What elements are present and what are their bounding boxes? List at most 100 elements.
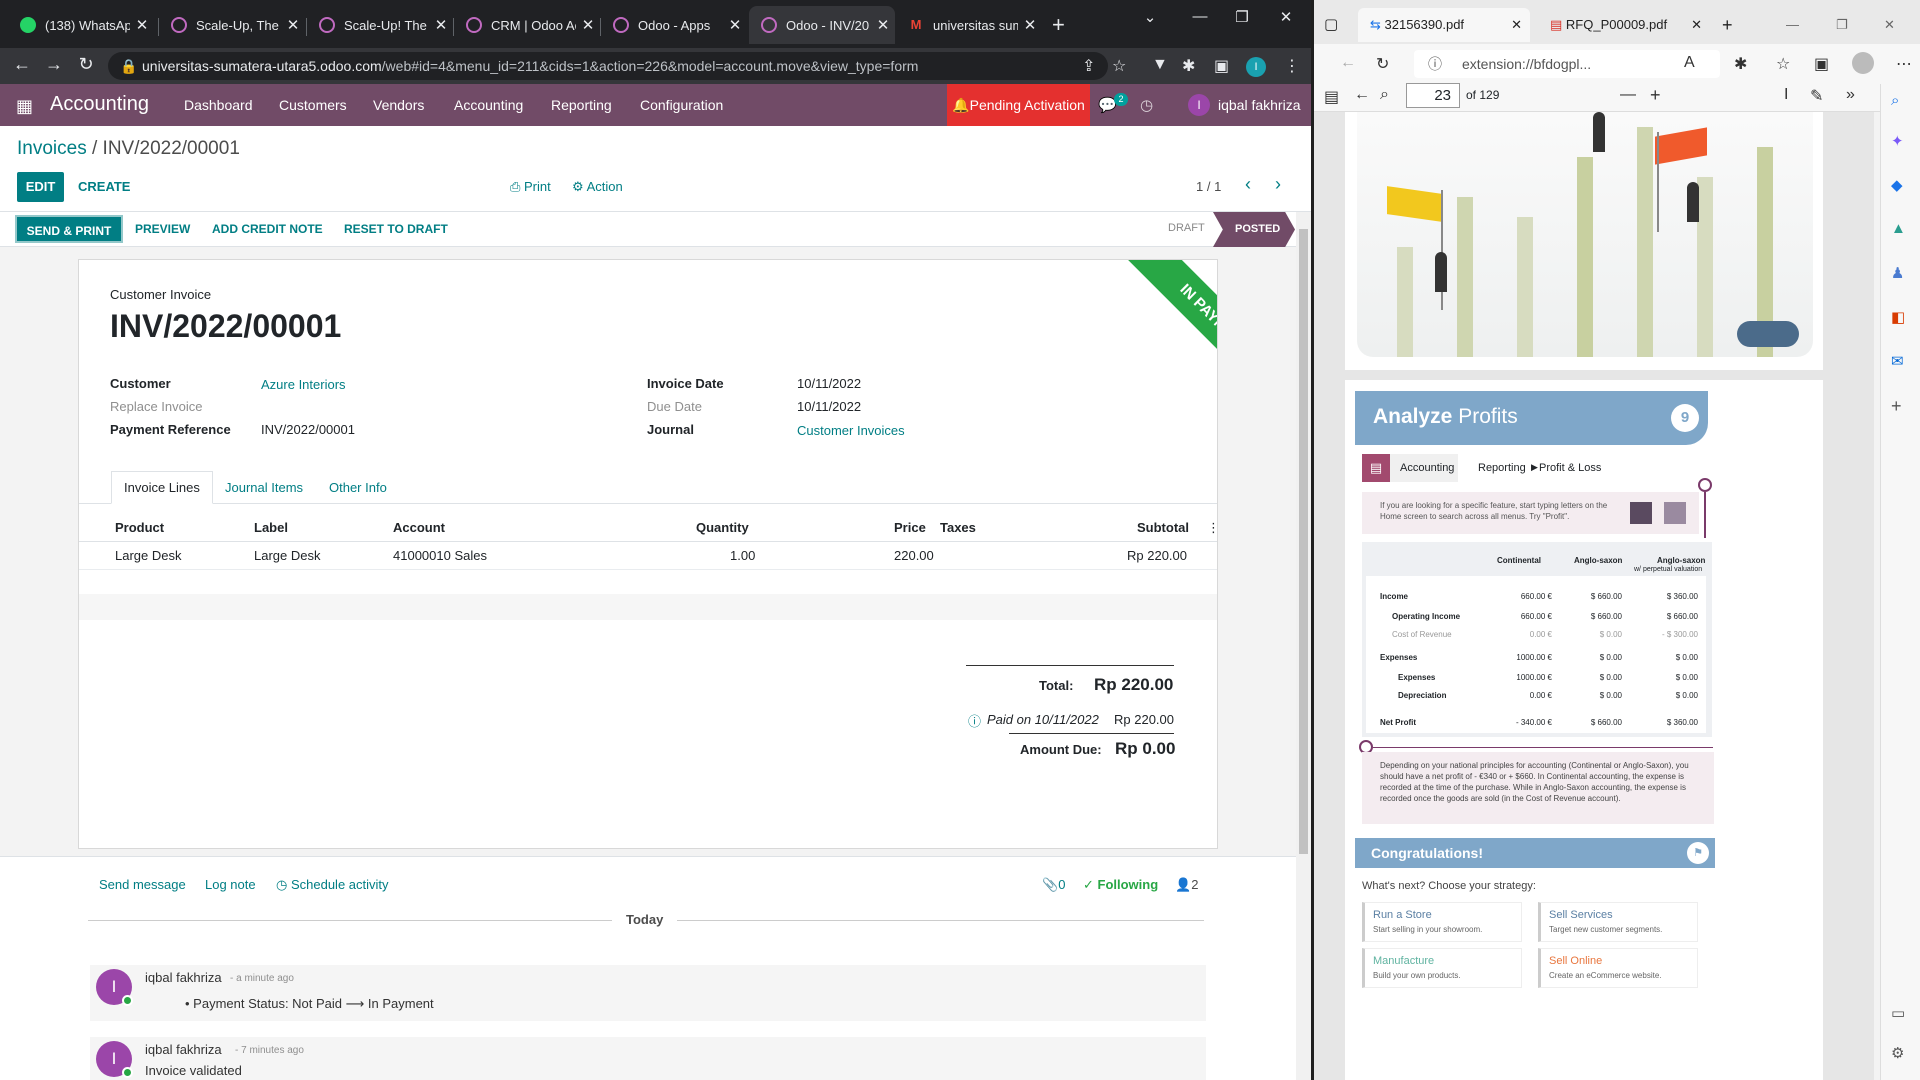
menu-customers[interactable]: Customers: [279, 97, 347, 113]
pager-previous-icon[interactable]: ‹: [1245, 174, 1251, 195]
profile-avatar[interactable]: [1852, 52, 1874, 74]
close-window-button[interactable]: ✕: [1884, 8, 1895, 42]
more-tools-icon[interactable]: »: [1846, 86, 1855, 104]
close-window-button[interactable]: ✕: [1266, 8, 1306, 26]
log-note-button[interactable]: Log note: [205, 877, 256, 892]
menu-accounting[interactable]: Accounting: [454, 97, 523, 113]
reload-icon[interactable]: ↻: [1376, 54, 1389, 74]
close-tab-icon[interactable]: ✕: [1691, 8, 1702, 42]
contents-icon[interactable]: ▤: [1324, 87, 1339, 107]
browser-tab-crm[interactable]: CRM | Odoo Ac ✕: [454, 6, 600, 44]
message-author[interactable]: iqbal fakhriza: [145, 970, 222, 985]
print-button[interactable]: ⎙ Print: [510, 179, 551, 195]
tab-other-info[interactable]: Other Info: [316, 471, 400, 504]
text-select-icon[interactable]: I: [1784, 86, 1788, 104]
activity-clock-icon[interactable]: ◷: [1140, 96, 1153, 114]
preview-button[interactable]: PREVIEW: [135, 222, 190, 236]
new-tab-button[interactable]: +: [1052, 14, 1065, 36]
minimize-button[interactable]: —: [1180, 8, 1220, 25]
app-name[interactable]: Accounting: [50, 93, 149, 116]
browser-tab-gmail[interactable]: Muniversitas sum ✕: [896, 6, 1042, 44]
pending-activation-button[interactable]: 🔔Pending Activation: [947, 84, 1090, 126]
extensions-puzzle-icon[interactable]: ✱: [1182, 56, 1195, 76]
zoom-in-icon[interactable]: +: [1650, 85, 1661, 106]
address-bar[interactable]: 🔒 universitas-sumatera-utara5.odoo.com/we…: [108, 52, 1108, 80]
favorites-icon[interactable]: ☆: [1776, 54, 1790, 74]
send-message-button[interactable]: Send message: [99, 877, 186, 892]
collections-icon[interactable]: ▣: [1814, 54, 1829, 74]
action-button[interactable]: ⚙ Action: [572, 179, 623, 195]
column-taxes[interactable]: Taxes: [940, 520, 976, 535]
pager-value[interactable]: 1 / 1: [1196, 179, 1221, 194]
close-tab-icon[interactable]: ✕: [429, 16, 453, 34]
browser-tab-apps[interactable]: Odoo - Apps ✕: [601, 6, 747, 44]
sidebar-layout-icon[interactable]: ▭: [1891, 1004, 1905, 1022]
settings-gear-icon[interactable]: ⚙: [1891, 1044, 1904, 1062]
side-panel-icon[interactable]: ▣: [1214, 56, 1229, 76]
menu-dashboard[interactable]: Dashboard: [184, 97, 253, 113]
column-quantity[interactable]: Quantity: [696, 520, 749, 535]
column-price[interactable]: Price: [894, 520, 926, 535]
menu-configuration[interactable]: Configuration: [640, 97, 723, 113]
column-account[interactable]: Account: [393, 520, 445, 535]
tab-actions-icon[interactable]: ▢: [1324, 8, 1344, 42]
close-tab-icon[interactable]: ✕: [1511, 8, 1522, 42]
maximize-button[interactable]: ❐: [1222, 8, 1262, 26]
menu-vendors[interactable]: Vendors: [373, 97, 424, 113]
app-grid-icon[interactable]: ▦: [16, 96, 33, 117]
attachments-button[interactable]: 📎0: [1042, 877, 1065, 893]
message-author[interactable]: iqbal fakhriza: [145, 1042, 222, 1057]
close-tab-icon[interactable]: ✕: [576, 16, 600, 34]
read-aloud-icon[interactable]: A: [1684, 54, 1695, 72]
minimize-button[interactable]: —: [1786, 8, 1799, 42]
pdf-tab[interactable]: ▤ RFQ_P00009.pdf ✕: [1538, 8, 1710, 42]
shopping-icon[interactable]: ◆: [1891, 176, 1903, 194]
optional-columns-icon[interactable]: ⋮: [1207, 520, 1217, 536]
back-icon[interactable]: ←: [10, 54, 34, 75]
column-product[interactable]: Product: [115, 520, 164, 535]
edit-button[interactable]: EDIT: [17, 172, 64, 202]
share-icon[interactable]: ⇪: [1082, 56, 1095, 76]
settings-menu-icon[interactable]: ⋯: [1896, 54, 1912, 74]
add-sidebar-app-icon[interactable]: +: [1891, 396, 1902, 417]
column-subtotal[interactable]: Subtotal: [1137, 520, 1189, 535]
close-tab-icon[interactable]: ✕: [723, 16, 747, 34]
browser-tab-scaleup-2[interactable]: Scale-Up! The B✕: [307, 6, 453, 44]
close-tab-icon[interactable]: ✕: [1018, 16, 1042, 34]
extension-v-icon[interactable]: ▼: [1152, 56, 1168, 74]
back-icon[interactable]: ←: [1354, 86, 1370, 104]
pager-next-icon[interactable]: ›: [1275, 174, 1281, 195]
profile-avatar[interactable]: I: [1246, 57, 1266, 77]
create-button[interactable]: CREATE: [78, 179, 130, 194]
address-bar[interactable]: ⓘ extension://bfdogpl...: [1414, 50, 1720, 78]
close-tab-icon[interactable]: ✕: [871, 16, 895, 34]
breadcrumb-invoices[interactable]: Invoices: [17, 138, 87, 159]
tab-journal-items[interactable]: Journal Items: [212, 471, 316, 504]
page-number-input[interactable]: 23: [1406, 83, 1460, 108]
browser-tab-whatsapp[interactable]: (138) WhatsApp ✕: [8, 6, 154, 44]
reset-to-draft-button[interactable]: RESET TO DRAFT: [344, 222, 448, 236]
customer-link[interactable]: Azure Interiors: [261, 377, 346, 392]
user-avatar[interactable]: I: [1188, 94, 1210, 116]
close-tab-icon[interactable]: ✕: [281, 16, 305, 34]
forward-icon[interactable]: →: [42, 54, 66, 75]
maximize-button[interactable]: ❐: [1836, 8, 1848, 42]
chrome-menu-icon[interactable]: ⋮: [1284, 56, 1300, 76]
menu-reporting[interactable]: Reporting: [551, 97, 612, 113]
back-icon[interactable]: ←: [1340, 54, 1356, 72]
journal-link[interactable]: Customer Invoices: [797, 423, 905, 438]
bookmark-star-icon[interactable]: ☆: [1112, 56, 1126, 76]
new-tab-button[interactable]: +: [1722, 8, 1733, 42]
add-credit-note-button[interactable]: ADD CREDIT NOTE: [212, 222, 323, 236]
schedule-activity-button[interactable]: ◷ Schedule activity: [276, 877, 389, 893]
following-button[interactable]: ✓ Following: [1083, 877, 1158, 893]
close-tab-icon[interactable]: ✕: [130, 16, 154, 34]
reload-icon[interactable]: ↻: [74, 54, 98, 75]
copilot-icon[interactable]: ✦: [1891, 132, 1904, 150]
zoom-out-icon[interactable]: —: [1620, 86, 1636, 104]
outlook-icon[interactable]: ✉: [1891, 352, 1904, 370]
browser-tab-invoice[interactable]: Odoo - INV/20 ✕: [749, 6, 895, 44]
extensions-icon[interactable]: ✱: [1734, 54, 1747, 74]
tab-search-icon[interactable]: ⌄: [1130, 8, 1170, 26]
column-label[interactable]: Label: [254, 520, 288, 535]
